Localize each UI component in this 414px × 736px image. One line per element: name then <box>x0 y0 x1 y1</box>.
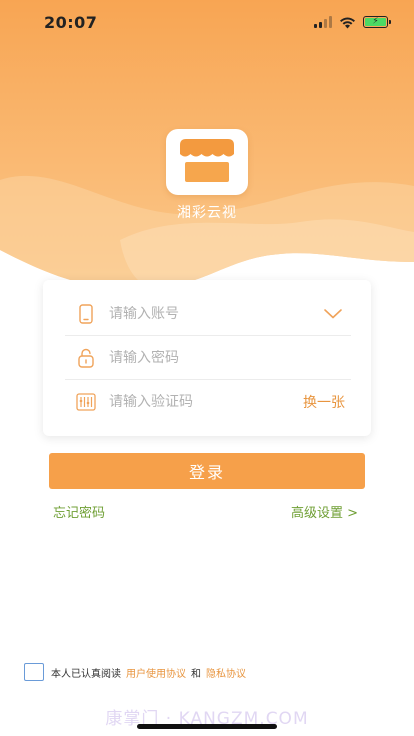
password-row <box>65 336 351 380</box>
agreement-checkbox[interactable] <box>24 663 44 681</box>
phone-icon <box>75 303 97 325</box>
status-icons: ⚡ <box>314 16 391 29</box>
forgot-password-link[interactable]: 忘记密码 <box>53 502 105 521</box>
lock-icon <box>75 347 97 369</box>
privacy-policy-link[interactable]: 隐私协议 <box>206 665 246 680</box>
status-time: 20:07 <box>44 12 98 32</box>
app-logo <box>166 129 248 195</box>
agreement-row: 本人已认真阅读 用户使用协议 和 隐私协议 <box>24 662 246 682</box>
login-button[interactable]: 登录 <box>49 453 365 489</box>
user-agreement-link[interactable]: 用户使用协议 <box>126 665 186 680</box>
store-icon <box>180 139 234 182</box>
login-card: 换一张 <box>43 280 371 436</box>
chevron-down-icon[interactable] <box>321 306 345 322</box>
agreement-prefix: 本人已认真阅读 <box>51 668 121 680</box>
account-input[interactable] <box>109 305 321 322</box>
captcha-icon <box>75 391 97 413</box>
app-name: 湘彩云视 <box>177 205 237 221</box>
captcha-row: 换一张 <box>65 380 351 424</box>
account-row <box>65 292 351 336</box>
home-indicator <box>137 724 277 729</box>
password-input[interactable] <box>109 349 351 366</box>
advanced-settings-link[interactable]: 高级设置 > <box>291 502 358 521</box>
signal-icon <box>314 16 332 28</box>
battery-icon: ⚡ <box>363 16 391 28</box>
wifi-icon <box>340 17 355 28</box>
agreement-and: 和 <box>191 668 201 680</box>
captcha-input[interactable] <box>109 394 303 410</box>
captcha-refresh-button[interactable]: 换一张 <box>303 392 345 412</box>
status-bar: 20:07 ⚡ <box>0 0 414 44</box>
